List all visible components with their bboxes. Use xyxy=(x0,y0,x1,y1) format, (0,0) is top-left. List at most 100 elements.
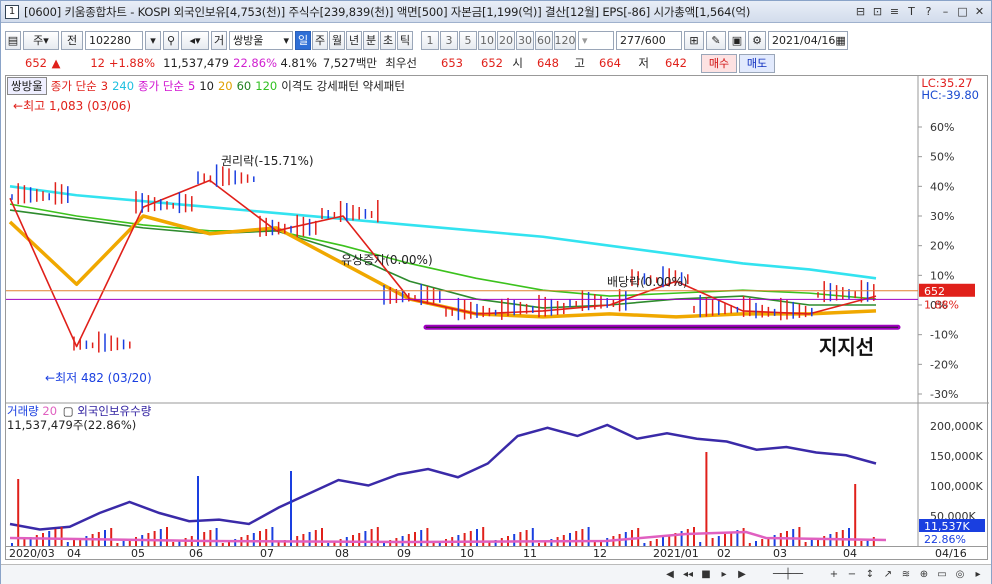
volume-y-label: 100,000K xyxy=(930,480,983,493)
lc-hc-info: LC:35.27 HC:-39.80 xyxy=(921,77,979,101)
price-summary-row: 652 ▲ 12 +1.88% 11,537,479 22.86% 4.81% … xyxy=(1,53,991,73)
current-price: 652 xyxy=(25,56,47,70)
volume-legend-ma: 20 xyxy=(42,404,58,418)
period-tab-0[interactable]: 일 xyxy=(295,30,311,50)
draw-icon[interactable]: ✎ xyxy=(706,30,726,50)
low-price: 642 xyxy=(665,56,687,70)
high-annotation-text: 최고 1,083 (03/06) xyxy=(23,99,132,113)
period-tab-2[interactable]: 월 xyxy=(329,30,345,50)
ma-legend-10: 10 xyxy=(199,79,214,93)
step-back-icon[interactable]: ◂◂ xyxy=(681,568,695,582)
code-dropdown-icon[interactable]: ▾ xyxy=(145,30,161,50)
up-arrow-icon: ▲ xyxy=(51,56,61,70)
y-tick-label: 10% xyxy=(930,269,954,282)
tile-icon[interactable]: ⊡ xyxy=(870,4,885,19)
maximize-icon[interactable]: □ xyxy=(955,4,970,19)
chart-window: 1 [0600] 키움종합차트 - KOSPI 외국인보유[4,753(천)] … xyxy=(0,0,992,584)
capital-increase-annotation: 유상증자(0.00%) xyxy=(341,253,433,267)
ma-legend-240: 240 xyxy=(112,79,135,93)
interval-button-5[interactable]: 5 xyxy=(459,30,477,50)
stop-icon[interactable]: ■ xyxy=(699,568,713,582)
dividend-annotation: 배당락(0.00%) xyxy=(607,275,688,289)
y-tick-label: -20% xyxy=(930,358,958,371)
low-annotation-text: 최저 482 (03/20) xyxy=(55,371,152,385)
minimize-icon[interactable]: – xyxy=(938,4,953,19)
scroll-end-icon[interactable]: ▶ xyxy=(735,568,749,582)
interval-button-3[interactable]: 3 xyxy=(440,30,458,50)
scroll-start-icon[interactable]: ◀ xyxy=(663,568,677,582)
ma-legend-label-2[interactable]: 종가 단순 xyxy=(138,78,184,94)
x-tick-label: 04 xyxy=(843,547,857,560)
ma-legend-label-1[interactable]: 종가 단순 xyxy=(51,78,97,94)
settings-icon[interactable]: ≡ xyxy=(887,4,902,19)
best-bid: 652 xyxy=(481,56,503,70)
date-field[interactable]: 2021/04/16 ▦ xyxy=(768,30,848,50)
low-annotation: ←최저 482 (03/20) xyxy=(45,371,152,385)
ma-legend-3: 3 xyxy=(100,79,109,93)
window-number: 1 xyxy=(5,4,19,19)
volume-legend-label[interactable]: 거래량 xyxy=(7,404,39,418)
period-tab-6[interactable]: 틱 xyxy=(397,30,413,50)
period-tab-1[interactable]: 주 xyxy=(312,30,328,50)
menu-icon[interactable]: ▤ xyxy=(5,30,21,50)
tool-icon-6[interactable]: ◎ xyxy=(953,568,967,582)
x-tick-label: 06 xyxy=(189,547,203,560)
search-icon[interactable]: ⚲ xyxy=(163,30,179,50)
close-icon[interactable]: ✕ xyxy=(972,4,987,19)
sound-icon[interactable]: ◂▾ xyxy=(181,30,209,50)
period-tab-4[interactable]: 분 xyxy=(363,30,379,50)
interval-button-20[interactable]: 20 xyxy=(497,30,515,50)
interval-button-60[interactable]: 60 xyxy=(535,30,553,50)
volume-legend: 거래량 20 ▢ 외국인보유수량 11,537,479주(22.86%) xyxy=(7,404,151,432)
interval-custom-dropdown[interactable]: ▾ xyxy=(578,30,614,50)
window-title: [0600] 키움종합차트 - KOSPI 외국인보유[4,753(천)] 주식… xyxy=(24,4,751,19)
tool-icon-2[interactable]: ↗ xyxy=(881,568,895,582)
volume-ratio: 22.86% xyxy=(233,56,277,70)
market-type-dropdown[interactable]: 주 ▾ xyxy=(23,30,59,50)
tool-icon-4[interactable]: ⊕ xyxy=(917,568,931,582)
layout-icon[interactable]: ⊟ xyxy=(853,4,868,19)
tool-icon-7[interactable]: ▸ xyxy=(971,568,985,582)
interval-button-10[interactable]: 10 xyxy=(478,30,496,50)
hc-value: HC:-39.80 xyxy=(921,88,979,102)
stock-name-field[interactable]: 쌍방울 ▾ xyxy=(229,30,293,50)
period-button[interactable]: 전 xyxy=(61,30,83,50)
footer-bar: ◀ ◂◂ ■ ▸ ▶ ──┼── + − ↕ ↗ ≋ ⊕ ▭ ◎ ▸ xyxy=(1,564,991,584)
step-forward-icon[interactable]: ▸ xyxy=(717,568,731,582)
period-tab-5[interactable]: 초 xyxy=(380,30,396,50)
x-axis: 2020/03 04 05 06 07 08 09 10 11 12 2021/01 02 03 04 04… xyxy=(5,546,988,560)
stock-code-input[interactable]: 102280 xyxy=(85,30,143,50)
zoom-slider[interactable]: ──┼── xyxy=(753,568,823,582)
interval-button-1[interactable]: 1 xyxy=(421,30,439,50)
tool-icon-5[interactable]: ▭ xyxy=(935,568,949,582)
volume-value-text: 11,537,479주(22.86%) xyxy=(7,418,137,432)
zoom-in-icon[interactable]: + xyxy=(827,568,841,582)
interval-button-30[interactable]: 30 xyxy=(516,30,534,50)
sell-button[interactable]: 매도 xyxy=(739,53,775,73)
help-icon[interactable]: ? xyxy=(921,4,936,19)
pattern-legend[interactable]: 이격도 강세패턴 약세패턴 xyxy=(281,78,405,94)
chevron-down-icon: ▾ xyxy=(283,33,289,47)
price-change-pct: +1.88% xyxy=(108,56,155,70)
date-value: 2021/04/16 xyxy=(772,33,836,47)
count-field[interactable]: 277/600 xyxy=(616,30,682,50)
trade-amount: 7,527백만 xyxy=(322,56,377,70)
text-icon[interactable]: T xyxy=(904,4,919,19)
tool-icon-1[interactable]: ↕ xyxy=(863,568,877,582)
chart-area[interactable]: 60% 50% 40% 30% 20% 10% 0% -10% -20% -30% 652 1.88%… xyxy=(5,75,989,560)
save-icon[interactable]: ▣ xyxy=(728,30,746,50)
tool-icon-3[interactable]: ≋ xyxy=(899,568,913,582)
buy-button[interactable]: 매수 xyxy=(701,53,737,73)
period-tab-3[interactable]: 년 xyxy=(346,30,362,50)
foreign-legend-label[interactable]: 외국인보유수량 xyxy=(77,404,151,418)
zoom-out-icon[interactable]: − xyxy=(845,568,859,582)
stock-legend[interactable]: 쌍방울 xyxy=(7,77,47,95)
zoom-icon[interactable]: ⊞ xyxy=(684,30,704,50)
stock-type-button[interactable]: 거 xyxy=(211,30,227,50)
interval-button-120[interactable]: 120 xyxy=(554,30,576,50)
ma-legend-120: 120 xyxy=(255,79,278,93)
volume-y-label: 150,000K xyxy=(930,450,983,463)
gear-icon[interactable]: ⚙ xyxy=(748,30,766,50)
title-bar-icons: ⊟ ⊡ ≡ T ? – □ ✕ xyxy=(853,4,987,19)
price-legend: 쌍방울 종가 단순 3 240 종가 단순 5 10 20 60 120 이격도… xyxy=(7,77,405,95)
